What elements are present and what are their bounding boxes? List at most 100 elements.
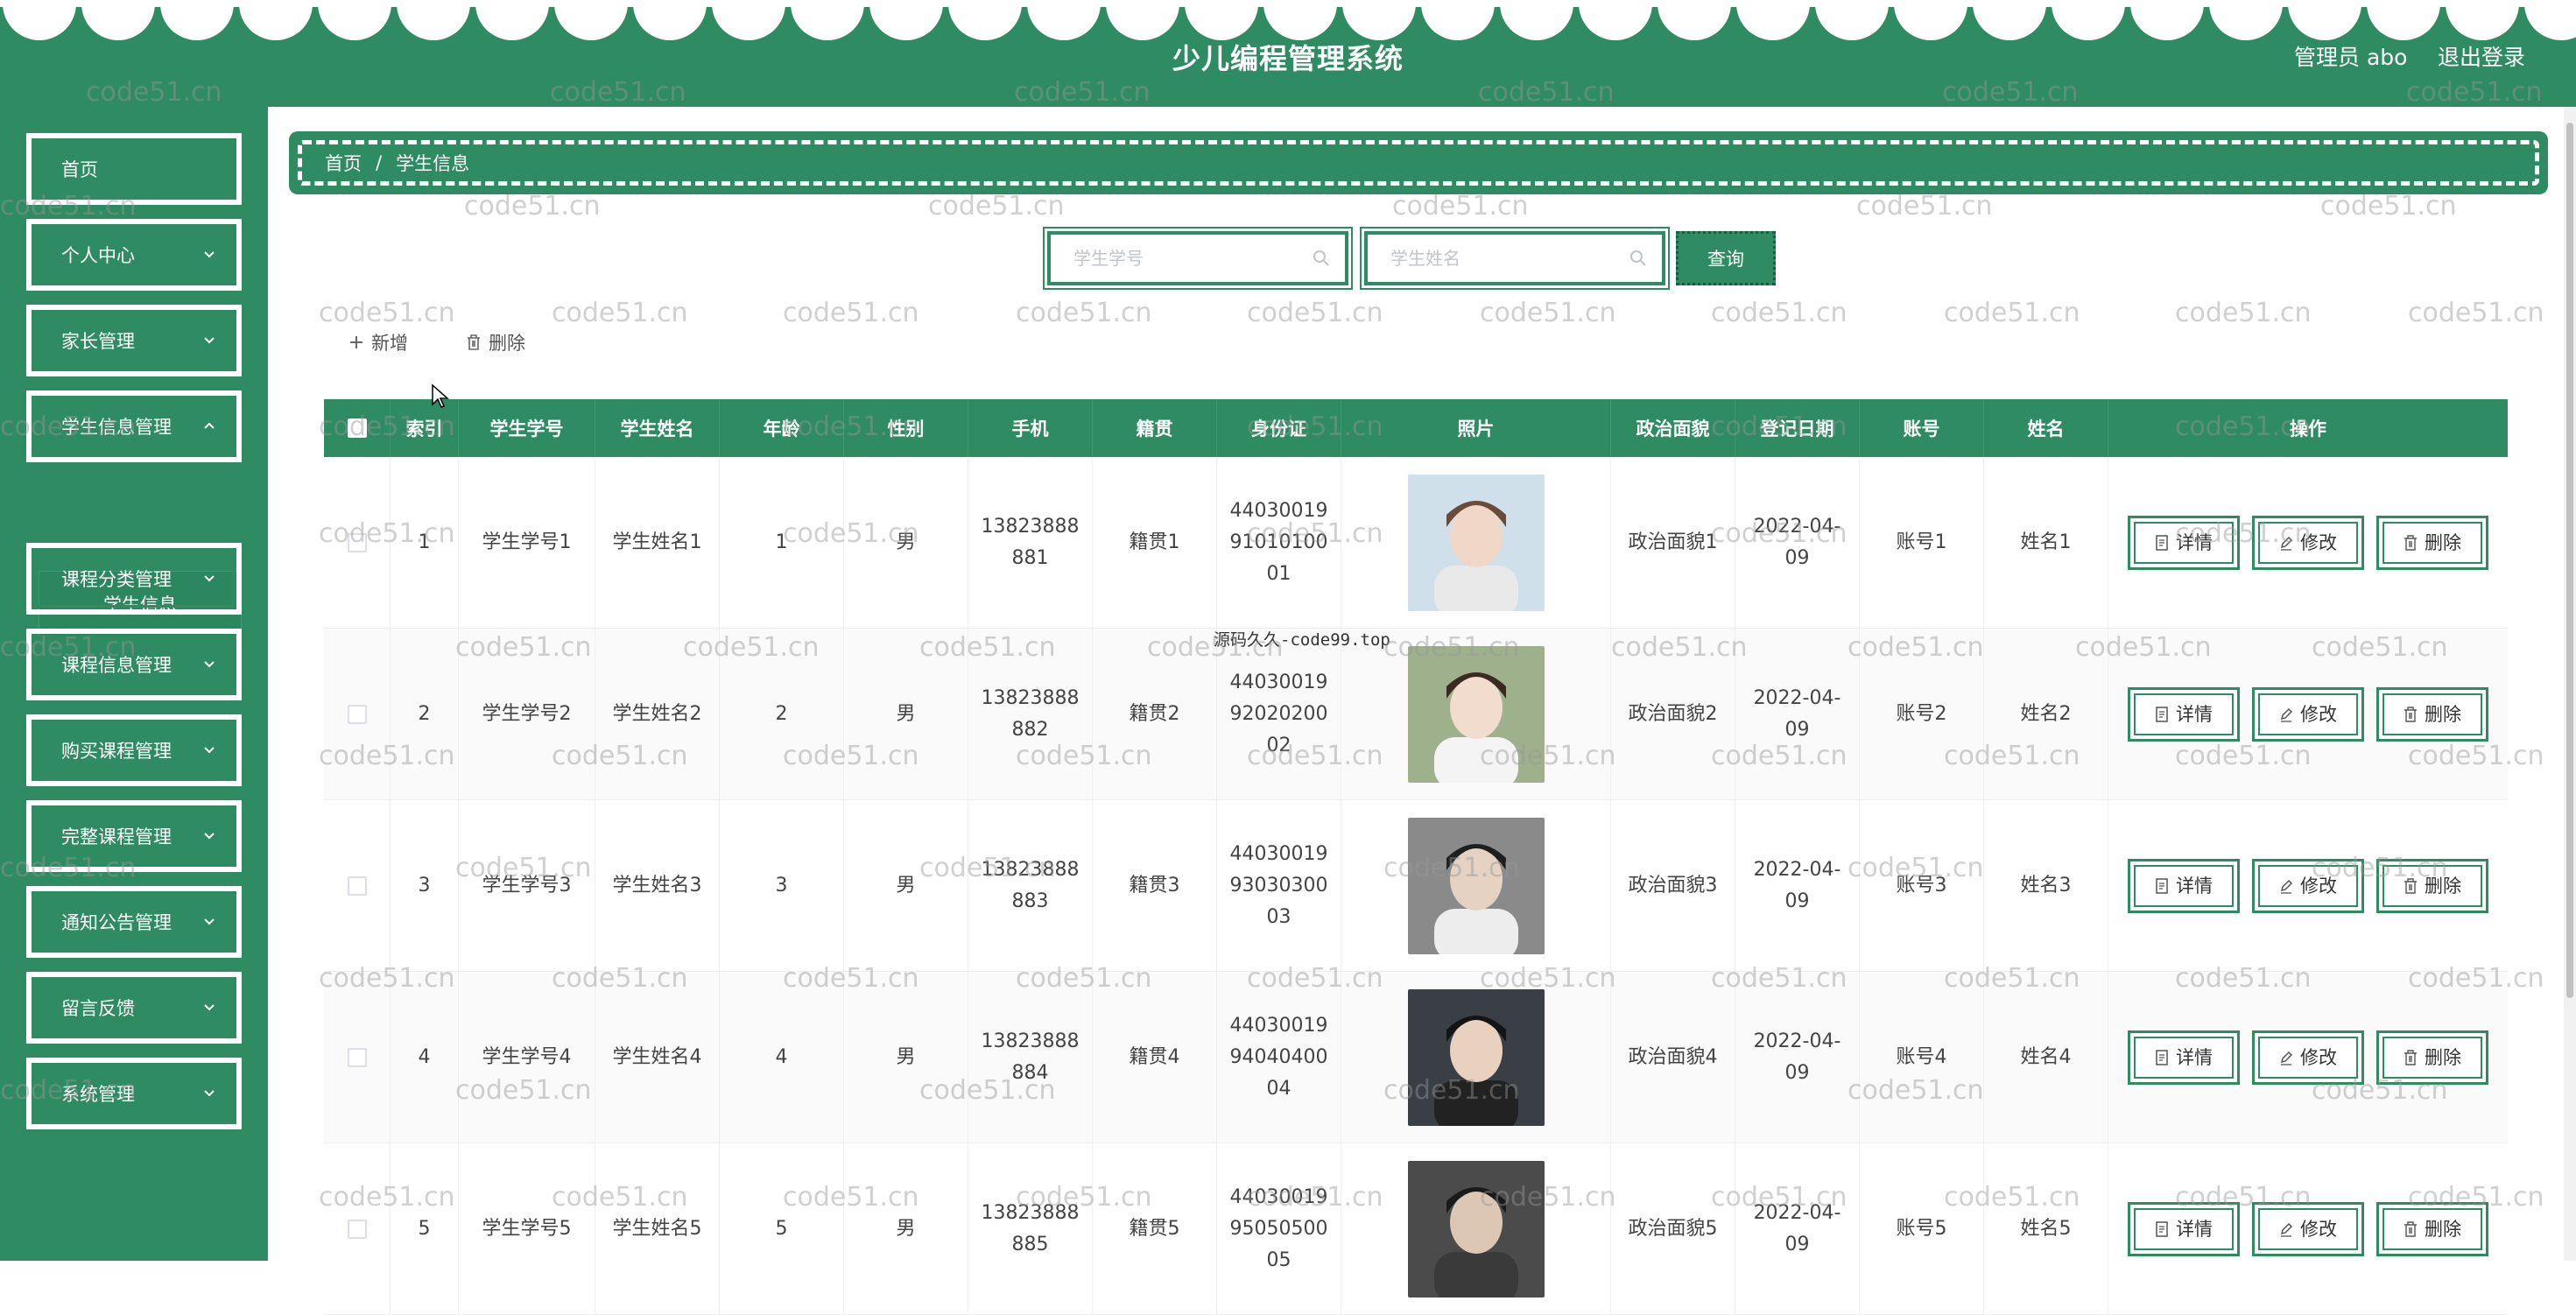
select-all-checkbox[interactable] xyxy=(348,418,367,438)
scallop-shape xyxy=(397,0,470,40)
watermark-text: code51.cn xyxy=(1392,191,1529,222)
chevron-down-icon xyxy=(203,573,215,585)
sidebar-item-personal-center[interactable]: 个人中心 xyxy=(26,219,242,291)
edit-icon xyxy=(2279,1050,2293,1065)
detail-button[interactable]: 详情 xyxy=(2128,859,2240,913)
chevron-down-icon xyxy=(203,830,215,842)
cell-text: 学生学号4 xyxy=(482,1042,572,1073)
photo-cell xyxy=(1341,1143,1611,1314)
edit-button[interactable]: 修改 xyxy=(2252,1202,2364,1256)
batch-delete-button[interactable]: 删除 xyxy=(466,329,525,355)
cell-text: 学生姓名1 xyxy=(613,527,702,559)
sidebar-item-complete-course-management[interactable]: 完整课程管理 xyxy=(26,800,242,872)
cell-text: 2022-04-09 xyxy=(1748,1198,1847,1261)
delete-button[interactable]: 删除 xyxy=(2376,687,2488,742)
sidebar-item-purchase-course-management[interactable]: 购买课程管理 xyxy=(26,714,242,786)
table-row: 3学生学号3学生姓名33男13823888883籍贯34403001993030… xyxy=(324,800,2508,972)
sidebar-item-system-management[interactable]: 系统管理 xyxy=(26,1058,242,1129)
row-checkbox[interactable] xyxy=(348,1220,367,1239)
scallop-shape xyxy=(81,0,155,40)
row-checkbox[interactable] xyxy=(348,1048,367,1067)
cell-text: 2022-04-09 xyxy=(1748,683,1847,746)
cell-origin: 籍贯2 xyxy=(1093,629,1217,799)
delete-label: 删除 xyxy=(2425,1042,2461,1073)
edit-button[interactable]: 修改 xyxy=(2252,859,2364,913)
delete-button[interactable]: 删除 xyxy=(2376,1030,2488,1085)
student-photo xyxy=(1408,818,1545,954)
trash-icon xyxy=(2404,535,2418,551)
breadcrumb: 首页 / 学生信息 xyxy=(289,131,2548,194)
sidebar-item-parent-management[interactable]: 家长管理 xyxy=(26,305,242,376)
cell-index: 4 xyxy=(391,972,459,1143)
sidebar-item-label: 首页 xyxy=(61,156,98,182)
breadcrumb-inner: 首页 / 学生信息 xyxy=(298,140,2539,186)
sidebar-item-notice-management[interactable]: 通知公告管理 xyxy=(26,886,242,958)
cell-text: 男 xyxy=(896,870,915,902)
watermark-text: code51.cn xyxy=(1856,191,1993,222)
student-name-input[interactable] xyxy=(1368,235,1662,282)
detail-button[interactable]: 详情 xyxy=(2128,1030,2240,1085)
watermark-text: code51.cn xyxy=(928,191,1065,222)
cell-text: 账号3 xyxy=(1897,870,1947,902)
edit-icon xyxy=(2279,707,2293,722)
actions-cell: 详情修改 删除 xyxy=(2108,629,2508,799)
sidebar-item-course-info-management[interactable]: 课程信息管理 xyxy=(26,629,242,700)
watermark-text: code51.cn xyxy=(1480,298,1616,328)
cell-id-card: 440300199303030003 xyxy=(1217,800,1341,971)
detail-button[interactable]: 详情 xyxy=(2128,1202,2240,1256)
sidebar-item-label: 个人中心 xyxy=(61,242,135,268)
delete-label: 删除 xyxy=(2425,699,2461,730)
detail-button[interactable]: 详情 xyxy=(2128,687,2240,742)
scallop-shape xyxy=(160,0,234,40)
delete-button[interactable]: 删除 xyxy=(2376,1202,2488,1256)
delete-button[interactable]: 删除 xyxy=(2376,516,2488,570)
scallop-shape xyxy=(554,0,628,40)
student-no-input[interactable] xyxy=(1051,235,1345,282)
edit-button[interactable]: 修改 xyxy=(2252,687,2364,742)
batch-delete-label: 删除 xyxy=(489,329,525,355)
breadcrumb-home[interactable]: 首页 xyxy=(325,150,362,176)
cell-age: 3 xyxy=(720,800,844,971)
row-checkbox[interactable] xyxy=(348,705,367,724)
cell-student-name: 学生姓名5 xyxy=(595,1143,720,1314)
cell-text: 男 xyxy=(896,699,915,730)
scallop-shape xyxy=(2446,0,2519,40)
cell-text: 男 xyxy=(896,527,915,559)
delete-button[interactable]: 删除 xyxy=(2376,859,2488,913)
edit-button[interactable]: 修改 xyxy=(2252,1030,2364,1085)
cell-text: 13823888883 xyxy=(981,854,1080,918)
document-icon xyxy=(2155,878,2169,894)
column-header: 手机 xyxy=(968,399,1093,457)
logout-button[interactable]: 退出登录 xyxy=(2438,40,2525,72)
row-checkbox[interactable] xyxy=(348,533,367,552)
edit-button[interactable]: 修改 xyxy=(2252,516,2364,570)
column-header: 学生学号 xyxy=(459,399,595,457)
cell-text: 2 xyxy=(776,699,788,730)
scallop-shape xyxy=(1973,0,2046,40)
detail-button[interactable]: 详情 xyxy=(2128,516,2240,570)
cell-age: 5 xyxy=(720,1143,844,1314)
cell-text: 学生学号3 xyxy=(482,870,572,902)
add-button[interactable]: 新增 xyxy=(348,329,408,355)
sidebar-item-label: 学生信息管理 xyxy=(61,413,172,440)
chevron-down-icon xyxy=(203,744,215,756)
cell-reg-date: 2022-04-09 xyxy=(1735,800,1860,971)
row-checkbox[interactable] xyxy=(348,876,367,896)
query-button[interactable]: 查询 xyxy=(1676,231,1776,285)
sidebar-item-home[interactable]: 首页 xyxy=(26,133,242,205)
scallop-shape xyxy=(1658,0,1731,40)
scrollbar-thumb[interactable] xyxy=(2566,123,2573,998)
sidebar-item-course-category-management[interactable]: 课程分类管理 xyxy=(26,543,242,615)
scallop-shape xyxy=(1185,0,1258,40)
cell-text: 账号2 xyxy=(1897,699,1947,730)
cell-politics: 政治面貌5 xyxy=(1611,1143,1735,1314)
cell-text: 政治面貌5 xyxy=(1629,1213,1718,1245)
delete-label: 删除 xyxy=(2425,1213,2461,1245)
watermark-text: code51.cn xyxy=(552,298,688,328)
cell-student-name: 学生姓名2 xyxy=(595,629,720,799)
sidebar-item-feedback[interactable]: 留言反馈 xyxy=(26,972,242,1044)
cell-student-name: 学生姓名3 xyxy=(595,800,720,971)
cell-text: 学生姓名3 xyxy=(613,870,702,902)
scallop-shape xyxy=(633,0,707,40)
sidebar-item-student-info-management[interactable]: 学生信息管理 xyxy=(26,390,242,462)
